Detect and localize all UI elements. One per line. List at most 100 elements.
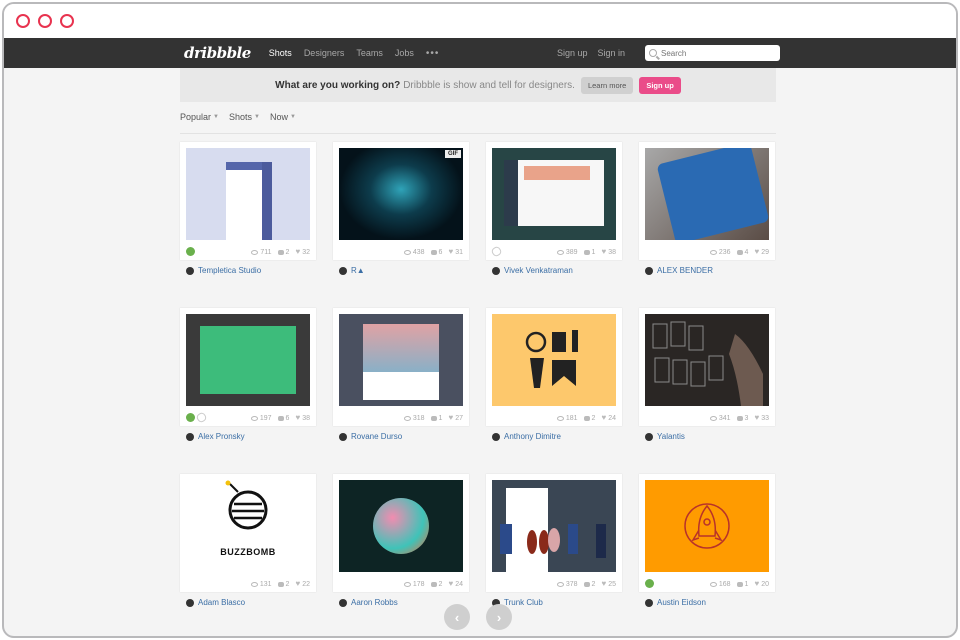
shot-thumbnail[interactable]: BUZZBOMB (186, 480, 310, 572)
shot-card[interactable]: 389 1 ♥ 38 (486, 142, 622, 260)
filter-popular[interactable]: Popular ▼ (180, 112, 219, 133)
shot-card[interactable]: 711 2 ♥ 32 (180, 142, 316, 260)
shot-card[interactable]: 178 2 ♥ 24 (333, 474, 469, 592)
heart-icon[interactable]: ♥ (448, 580, 453, 588)
filter-now[interactable]: Now ▼ (270, 112, 296, 133)
views-count: 318 (412, 414, 425, 422)
shot-author[interactable]: Alex Pronsky (186, 432, 316, 441)
avatar[interactable] (186, 598, 194, 607)
heart-icon[interactable]: ♥ (754, 248, 759, 256)
avatar[interactable] (186, 266, 194, 275)
heart-icon[interactable]: ♥ (295, 414, 300, 422)
nav-designers[interactable]: Designers (304, 48, 345, 58)
heart-icon[interactable]: ♥ (448, 414, 453, 422)
comments-count: 1 (744, 580, 749, 588)
shot-thumbnail[interactable] (645, 314, 769, 406)
filter-bar: Popular ▼ Shots ▼ Now ▼ (180, 112, 776, 134)
shot-thumbnail[interactable] (339, 314, 463, 406)
shot-card[interactable]: BUZZBOMB 131 2 ♥ 22 (180, 474, 316, 592)
avatar[interactable] (645, 432, 653, 441)
author-name[interactable]: Yalantis (657, 432, 685, 441)
shot-author[interactable]: Anthony Dimitre (492, 432, 622, 441)
shot-author[interactable]: Adam Blasco (186, 598, 316, 607)
heart-icon[interactable]: ♥ (295, 580, 300, 588)
avatar[interactable] (645, 598, 653, 607)
shot-thumbnail[interactable] (492, 314, 616, 406)
avatar[interactable] (492, 432, 500, 441)
previous-page-button[interactable]: ‹ (444, 604, 470, 630)
shot-thumbnail[interactable] (339, 480, 463, 572)
maximize-window-icon[interactable] (60, 14, 74, 28)
shot-author[interactable]: Templetica Studio (186, 266, 316, 275)
filter-label: Now (269, 112, 288, 122)
shot-card[interactable]: 197 6 ♥ 38 (180, 308, 316, 426)
search-icon (649, 49, 657, 57)
welcome-banner: What are you working on? Dribbble is sho… (180, 68, 776, 102)
avatar[interactable] (186, 432, 194, 441)
author-name[interactable]: Adam Blasco (198, 598, 245, 607)
nav-teams[interactable]: Teams (356, 48, 383, 58)
heart-icon[interactable]: ♥ (295, 248, 300, 256)
shot-author[interactable]: R▲ (339, 266, 469, 275)
nav-jobs[interactable]: Jobs (395, 48, 414, 58)
heart-icon[interactable]: ♥ (754, 414, 759, 422)
shot-card[interactable]: 378 2 ♥ 25 (486, 474, 622, 592)
author-name[interactable]: Aaron Robbs (351, 598, 398, 607)
shot-card[interactable]: 181 2 ♥ 24 (486, 308, 622, 426)
shot-thumbnail[interactable] (186, 148, 310, 240)
heart-icon[interactable]: ♥ (601, 414, 606, 422)
author-name[interactable]: Alex Pronsky (198, 432, 245, 441)
dribbble-logo[interactable]: dribbble (184, 44, 251, 62)
learn-more-button[interactable]: Learn more (580, 76, 634, 94)
filter-shots[interactable]: Shots ▼ (229, 112, 260, 133)
avatar[interactable] (645, 266, 653, 275)
nav-sign-in[interactable]: Sign in (597, 48, 625, 58)
author-name[interactable]: Rovane Durso (351, 432, 402, 441)
next-page-button[interactable]: › (486, 604, 512, 630)
shot-author[interactable]: Vivek Venkatraman (492, 266, 622, 275)
shot-thumbnail[interactable] (186, 314, 310, 406)
views-count: 378 (565, 580, 578, 588)
close-window-icon[interactable] (16, 14, 30, 28)
avatar[interactable] (492, 266, 500, 275)
comments-count: 2 (285, 580, 290, 588)
heart-icon[interactable]: ♥ (754, 580, 759, 588)
shot-thumbnail[interactable] (492, 148, 616, 240)
nav-shots[interactable]: Shots (269, 48, 292, 58)
minimize-window-icon[interactable] (38, 14, 52, 28)
author-name[interactable]: Vivek Venkatraman (504, 266, 573, 275)
shot-card[interactable]: 318 1 ♥ 27 (333, 308, 469, 426)
shot-thumbnail[interactable] (645, 480, 769, 572)
nav-sign-up[interactable]: Sign up (557, 48, 588, 58)
banner-sign-up-button[interactable]: Sign up (639, 76, 681, 94)
shot-thumbnail[interactable]: GIF (339, 148, 463, 240)
shot-card[interactable]: 341 3 ♥ 33 (639, 308, 775, 426)
shot-author[interactable]: Yalantis (645, 432, 775, 441)
author-name[interactable]: Anthony Dimitre (504, 432, 561, 441)
shot-card[interactable]: GIF 438 6 ♥ 31 (333, 142, 469, 260)
author-name[interactable]: Templetica Studio (198, 266, 261, 275)
search-box[interactable] (645, 45, 780, 61)
avatar[interactable] (339, 432, 347, 441)
avatar[interactable] (339, 266, 347, 275)
shot-thumbnail[interactable] (492, 480, 616, 572)
heart-icon[interactable]: ♥ (601, 580, 606, 588)
shot-author[interactable]: Austin Eidson (645, 598, 775, 607)
author-name[interactable]: Austin Eidson (657, 598, 706, 607)
search-input[interactable] (661, 48, 771, 58)
shot-thumbnail[interactable] (645, 148, 769, 240)
shot-item: 341 3 ♥ 33 Yalantis (639, 308, 775, 441)
author-name[interactable]: ALEX BENDER (657, 266, 713, 275)
avatar[interactable] (339, 598, 347, 607)
shot-card[interactable]: 236 4 ♥ 29 (639, 142, 775, 260)
chevron-down-icon: ▼ (289, 114, 296, 120)
heart-icon[interactable]: ♥ (448, 248, 453, 256)
shot-card[interactable]: 168 1 ♥ 20 (639, 474, 775, 592)
shot-author[interactable]: Rovane Durso (339, 432, 469, 441)
heart-icon[interactable]: ♥ (601, 248, 606, 256)
comments-count: 6 (438, 248, 443, 256)
comment-icon (430, 415, 437, 421)
author-name[interactable]: R▲ (351, 266, 365, 275)
shot-author[interactable]: ALEX BENDER (645, 266, 775, 275)
more-menu-icon[interactable]: ••• (426, 48, 440, 59)
